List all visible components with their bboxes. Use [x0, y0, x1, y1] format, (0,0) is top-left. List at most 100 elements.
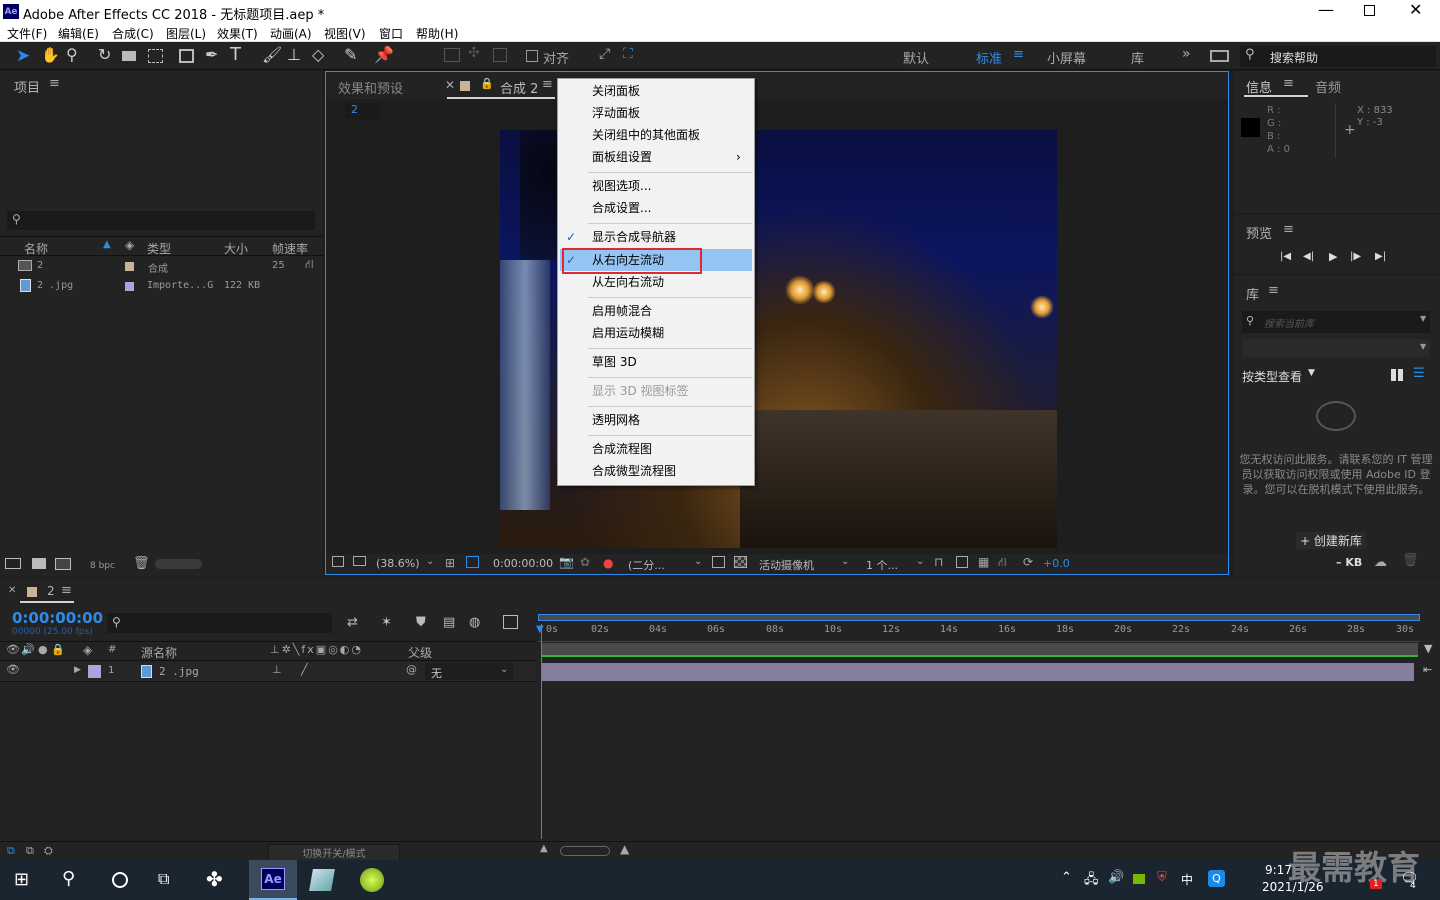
security-shield-icon[interactable]: ⛨ — [1157, 870, 1167, 885]
timeline-current-time[interactable]: 0:00:00:00 — [12, 609, 103, 627]
zoom-out-icon[interactable]: ▲ — [540, 843, 548, 854]
grid-guide-icon[interactable]: ⊞ — [445, 556, 455, 570]
last-frame-icon[interactable]: ▶| — [1375, 251, 1386, 262]
layer-source-name[interactable]: 2 .jpg — [159, 665, 199, 678]
column-fps[interactable]: 帧速率 — [272, 240, 308, 257]
eraser-tool-icon[interactable]: ◇ — [312, 45, 324, 64]
current-time-display[interactable]: 0:00:00:00 — [493, 557, 553, 570]
label-tag-icon[interactable]: ◈ — [83, 643, 92, 657]
search-help-input[interactable]: ⚲ 搜索帮助 — [1240, 46, 1436, 67]
nvidia-icon[interactable] — [1133, 874, 1145, 884]
brush-tool-icon[interactable]: 🖌 — [262, 45, 282, 64]
menu-help[interactable]: 帮助(H) — [416, 25, 458, 42]
panel-menu-icon[interactable]: ≡ — [1283, 76, 1294, 91]
clone-stamp-tool-icon[interactable]: ⊥ — [287, 45, 301, 64]
toggle-switches-modes[interactable]: 切换开关/模式 — [268, 844, 400, 861]
menu-layer[interactable]: 图层(L) — [166, 25, 206, 42]
close-tab-icon[interactable]: ✕ — [8, 585, 16, 596]
list-view-icon[interactable]: ☰ — [1413, 366, 1425, 381]
shy-layers-icon[interactable]: ⛊ — [416, 615, 426, 630]
snap-option-icon[interactable]: ⤢ — [599, 46, 610, 62]
parent-dropdown[interactable]: 无 ⌄ — [425, 663, 513, 680]
solo-icon[interactable]: ● — [38, 643, 48, 656]
tab-composition[interactable]: 合成 2 — [500, 78, 538, 97]
time-ruler[interactable]: 0s 02s 04s 06s 08s 10s 12s 14s 16s 18s 2… — [538, 622, 1420, 642]
pinwheel-app-icon[interactable]: ✤ — [206, 867, 223, 891]
menu-effect[interactable]: 效果(T) — [217, 25, 258, 42]
menu-item-frame-blending[interactable]: 启用帧混合 — [558, 300, 754, 322]
workspace-small-screen[interactable]: 小屏幕 — [1047, 48, 1086, 67]
cloud-sync-icon[interactable]: ☁ — [1374, 555, 1387, 570]
column-type[interactable]: 类型 — [147, 240, 171, 257]
draft-3d-icon[interactable]: ✶ — [381, 615, 392, 630]
transfer-controls-icon[interactable]: ⧉ — [26, 844, 34, 858]
zoom-tool-icon[interactable]: ⚲ — [66, 45, 78, 64]
ime-indicator[interactable]: 中 — [1181, 871, 1193, 888]
menu-item-undock-panel[interactable]: 浮动面板 — [558, 102, 754, 124]
comp-mini-flowchart-icon[interactable]: ⇄ — [347, 615, 358, 630]
playhead-line[interactable] — [541, 624, 542, 839]
transparency-grid-icon[interactable] — [734, 556, 747, 568]
channel-rgb-icon[interactable]: ● — [603, 556, 613, 570]
close-icon[interactable]: ✕ — [1409, 0, 1422, 19]
axis-local-icon[interactable] — [444, 48, 460, 62]
mask-visibility-icon[interactable] — [466, 556, 479, 568]
snap-checkbox[interactable] — [526, 50, 538, 62]
pen-tool-icon[interactable]: ✒ — [205, 45, 218, 64]
zoom-dropdown[interactable]: (38.6%) — [376, 557, 420, 570]
roto-brush-tool-icon[interactable]: ✎ — [344, 45, 357, 64]
flowchart-icon[interactable]: ⛙ — [998, 555, 1006, 571]
menu-item-comp-mini-flowchart[interactable]: 合成微型流程图 — [558, 460, 754, 482]
view-by-type-dropdown[interactable]: 按类型查看 — [1242, 368, 1302, 385]
library-search-input[interactable]: ⚲ 搜索当前库 ▼ — [1242, 311, 1430, 333]
tab-info[interactable]: 信息 — [1246, 77, 1272, 96]
network-icon[interactable]: 🖧 — [1084, 870, 1099, 892]
menu-item-draft-3d[interactable]: 草图 3D — [558, 351, 754, 373]
grid-view-icon[interactable] — [1391, 369, 1403, 381]
column-source-name[interactable]: 源名称 — [141, 644, 177, 661]
thumbnail-slider[interactable] — [155, 559, 202, 569]
taskbar-after-effects[interactable]: Ae — [249, 860, 297, 900]
view-layout-dropdown[interactable]: 1 个... — [866, 557, 898, 573]
always-preview-icon[interactable] — [332, 556, 344, 567]
snapshot-camera-icon[interactable]: 📷 — [559, 555, 574, 569]
layer-marker-icon[interactable]: ⇤ — [1423, 663, 1432, 676]
workspace-menu-icon[interactable]: ≡ — [1013, 47, 1024, 62]
menu-item-view-options[interactable]: 视图选项... — [558, 175, 754, 197]
chevron-down-icon[interactable]: ▼ — [1420, 314, 1426, 323]
region-of-interest-icon[interactable] — [712, 556, 725, 568]
panel-menu-icon[interactable]: ≡ — [49, 76, 60, 91]
panel-menu-icon[interactable]: ≡ — [1283, 222, 1294, 237]
project-search-input[interactable]: ⚲ — [7, 211, 315, 230]
minimize-icon[interactable]: — — [1318, 0, 1334, 19]
timeline-tab-name[interactable]: 2 — [47, 584, 55, 598]
menu-item-panel-group-settings[interactable]: 面板组设置 › — [558, 146, 754, 168]
menu-item-transparency-grid[interactable]: 透明网格 — [558, 409, 754, 431]
trash-icon[interactable]: 🗑 — [1402, 553, 1419, 568]
bpc-label[interactable]: 8 bpc — [90, 561, 115, 571]
cortana-icon[interactable] — [112, 872, 128, 888]
motion-blur-icon[interactable]: ◍ — [469, 615, 480, 630]
workspace-libraries[interactable]: 库 — [1131, 48, 1144, 67]
timeline-search-input[interactable]: ⚲ — [107, 613, 332, 633]
project-row[interactable]: 2 .jpg Importe...G 122 KB — [0, 277, 323, 295]
exposure-value[interactable]: +0.0 — [1043, 557, 1070, 570]
resolution-dropdown[interactable]: (二分... — [628, 557, 665, 573]
table-row[interactable]: 👁 ▶ 1 2 .jpg ⊥ ╱ @ 无 ⌄ — [0, 662, 536, 682]
selection-tool-icon[interactable]: ➤ — [16, 46, 30, 66]
layer-label-swatch[interactable] — [88, 665, 101, 678]
frame-blending-icon[interactable]: ▤ — [443, 615, 455, 630]
playhead-handle-icon[interactable]: ▼ — [536, 624, 544, 635]
column-parent[interactable]: 父级 — [408, 644, 432, 661]
menu-window[interactable]: 窗口 — [379, 25, 403, 42]
project-row[interactable]: 2 合成 25 ⛙ — [0, 257, 323, 275]
comp-marker-icon[interactable]: ▼ — [1424, 642, 1432, 655]
prev-frame-icon[interactable]: ◀| — [1303, 251, 1314, 262]
panel-menu-icon[interactable]: ≡ — [61, 583, 72, 598]
play-icon[interactable]: ▶ — [1329, 250, 1337, 263]
library-select[interactable]: ▼ — [1242, 339, 1430, 357]
work-area-bar[interactable] — [538, 614, 1420, 621]
layer-visibility-eye-icon[interactable]: 👁 — [6, 663, 20, 676]
lock-icon[interactable]: 🔒 — [51, 643, 65, 656]
menu-item-flow-left-to-right[interactable]: 从左向右流动 — [558, 271, 754, 293]
